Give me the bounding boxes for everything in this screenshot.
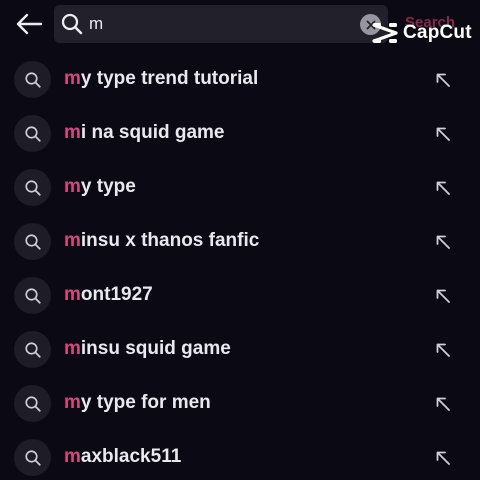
suggestion-text: maxblack511 <box>64 446 181 468</box>
search-icon <box>24 71 41 88</box>
search-icon <box>24 341 41 358</box>
arrow-left-icon <box>16 13 43 35</box>
arrow-up-left-icon <box>436 343 450 357</box>
suggestion-match-highlight: m <box>64 176 81 197</box>
search-icon <box>24 395 41 412</box>
suggestion-rest-text: insu squid game <box>80 338 231 359</box>
search-input[interactable] <box>89 9 349 39</box>
fill-query-button[interactable] <box>428 119 458 149</box>
suggestion-item[interactable]: my type trend tutorial <box>0 53 480 107</box>
suggestion-text: my type trend tutorial <box>64 68 258 90</box>
search-box[interactable] <box>54 5 388 43</box>
suggestion-match-highlight: m <box>64 446 81 467</box>
suggestion-rest-text: insu x thanos fanfic <box>80 230 260 251</box>
suggestion-item[interactable]: minsu squid game <box>0 323 480 377</box>
arrow-up-left-icon <box>436 235 450 249</box>
suggestion-search-icon <box>14 223 51 260</box>
suggestion-text: my type <box>64 176 136 198</box>
arrow-up-left-icon <box>436 127 450 141</box>
suggestion-search-icon <box>14 115 51 152</box>
suggestion-rest-text: y type for men <box>80 392 211 413</box>
arrow-up-left-icon <box>436 181 450 195</box>
suggestion-item[interactable]: my type for men <box>0 377 480 431</box>
clear-search-button[interactable] <box>360 14 381 35</box>
search-icon <box>61 13 83 35</box>
fill-query-button[interactable] <box>428 281 458 311</box>
search-icon <box>24 449 41 466</box>
suggestion-rest-text: ont1927 <box>80 284 153 305</box>
suggestion-list: my type trend tutorial mi na squid game my… <box>0 53 480 480</box>
search-button[interactable]: Search <box>405 14 455 31</box>
suggestion-item[interactable]: mont1927 <box>0 269 480 323</box>
search-icon <box>24 179 41 196</box>
suggestion-rest-text: axblack511 <box>80 446 182 467</box>
suggestion-match-highlight: m <box>64 122 81 143</box>
fill-query-button[interactable] <box>428 173 458 203</box>
fill-query-button[interactable] <box>428 443 458 473</box>
suggestion-match-highlight: m <box>64 230 81 251</box>
arrow-up-left-icon <box>436 451 450 465</box>
suggestion-text: mont1927 <box>64 284 153 306</box>
suggestion-search-icon <box>14 331 51 368</box>
arrow-up-left-icon <box>436 397 450 411</box>
search-icon <box>24 233 41 250</box>
suggestion-item[interactable]: my type <box>0 161 480 215</box>
suggestion-item[interactable]: minsu x thanos fanfic <box>0 215 480 269</box>
fill-query-button[interactable] <box>428 227 458 257</box>
suggestion-search-icon <box>14 439 51 476</box>
suggestion-search-icon <box>14 169 51 206</box>
suggestion-search-icon <box>14 277 51 314</box>
suggestion-match-highlight: m <box>64 392 81 413</box>
search-suggestions-screen: Search CapCut my type trend tutorialmi n… <box>0 0 480 480</box>
top-bar: Search CapCut <box>0 0 480 52</box>
suggestion-match-highlight: m <box>64 338 81 359</box>
clear-x-icon <box>366 20 375 29</box>
suggestion-text: minsu squid game <box>64 338 231 360</box>
search-icon <box>24 125 41 142</box>
suggestion-rest-text: y type <box>80 176 136 197</box>
suggestion-rest-text: y type trend tutorial <box>80 68 259 89</box>
suggestion-item[interactable]: maxblack511 <box>0 431 480 480</box>
search-icon <box>24 287 41 304</box>
suggestion-search-icon <box>14 385 51 422</box>
fill-query-button[interactable] <box>428 335 458 365</box>
arrow-up-left-icon <box>436 73 450 87</box>
back-button[interactable] <box>12 8 46 40</box>
fill-query-button[interactable] <box>428 65 458 95</box>
suggestion-match-highlight: m <box>64 68 81 89</box>
suggestion-match-highlight: m <box>64 284 81 305</box>
suggestion-search-icon <box>14 61 51 98</box>
suggestion-rest-text: i na squid game <box>80 122 225 143</box>
suggestion-text: mi na squid game <box>64 122 225 144</box>
suggestion-text: my type for men <box>64 392 211 414</box>
suggestion-item[interactable]: mi na squid game <box>0 107 480 161</box>
fill-query-button[interactable] <box>428 389 458 419</box>
arrow-up-left-icon <box>436 289 450 303</box>
suggestion-text: minsu x thanos fanfic <box>64 230 259 252</box>
